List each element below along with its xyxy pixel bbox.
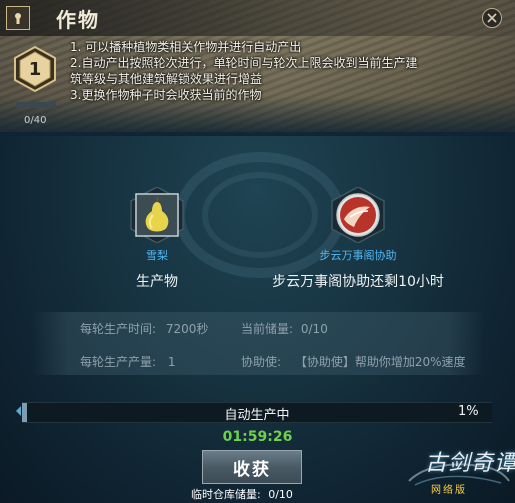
temp-storage: 临时仓库储量: 0/10 (191, 486, 293, 502)
level-number: 1 (28, 58, 42, 80)
output-label: 每轮生产产量: (80, 355, 157, 369)
window-title: 作物 (56, 8, 100, 32)
close-button[interactable] (482, 8, 502, 28)
countdown-timer: 01:59:26 (222, 429, 293, 445)
level-count: 0/40 (24, 115, 47, 126)
pear-icon (130, 186, 184, 244)
storage-value: 0/10 (268, 488, 293, 501)
description-line: 2.自动产出按照轮次进行，单轮时间与轮次上限会收到当前生产建 (70, 56, 418, 70)
level-badge: 1 (12, 45, 58, 93)
crop-panel: 作物 1 0/40 1. 可以播种植物类相关作物并进行自动产出 2.自动产出按照… (0, 0, 515, 503)
stock-info: 当前储量: 0/10 (241, 320, 328, 337)
product-slot[interactable] (129, 186, 185, 244)
progress-label: 自动生产中 (224, 408, 290, 423)
game-logo: 古剑奇谭 网络版 (405, 445, 515, 501)
time-label: 每轮生产时间: (80, 322, 157, 336)
stock-label: 当前储量: (241, 322, 294, 336)
helper-caption: 步云万事阁协助还剩10小时 (272, 274, 444, 290)
helper-slot[interactable] (330, 186, 386, 244)
product-name: 雪梨 (146, 249, 168, 262)
product-caption: 生产物 (136, 274, 178, 290)
harvest-button[interactable]: 收获 (202, 450, 302, 484)
production-progress-bar: 自动生产中 1% (22, 402, 492, 423)
description: 1. 可以播种植物类相关作物并进行自动产出 2.自动产出按照轮次进行，单轮时间与… (70, 39, 500, 103)
assist-label: 协助使: (241, 355, 282, 369)
logo-subtitle: 网络版 (431, 485, 467, 496)
progress-percent: 1% (458, 404, 479, 419)
assist-info: 协助使: 【协助使】帮助你增加20%速度 (241, 353, 466, 370)
helper-scroll-icon (331, 186, 385, 244)
logo-title: 古剑奇谭 (425, 451, 515, 476)
helper-name: 步云万事阁协助 (319, 249, 397, 262)
time-info: 每轮生产时间: 7200秒 (80, 320, 208, 337)
title-bar: 作物 (0, 0, 515, 36)
time-value: 7200秒 (165, 322, 209, 336)
description-line: 1. 可以播种植物类相关作物并进行自动产出 (70, 40, 302, 54)
keyhole-icon (6, 6, 30, 30)
output-info: 每轮生产产量: 1 (80, 353, 176, 370)
close-icon (487, 13, 497, 23)
left-arrow-icon (16, 406, 21, 416)
level-progress-bar (16, 102, 56, 108)
production-info: 每轮生产时间: 7200秒 当前储量: 0/10 每轮生产产量: 1 协助使: … (32, 312, 485, 375)
output-value: 1 (167, 355, 176, 369)
storage-label: 临时仓库储量: (191, 488, 261, 501)
description-line: 筑等级与其他建筑解锁效果进行增益 (70, 72, 263, 86)
assist-value: 【协助使】帮助你增加20%速度 (294, 355, 466, 369)
description-line: 3.更换作物种子时会收获当前的作物 (70, 88, 262, 102)
stock-value: 0/10 (300, 322, 328, 336)
